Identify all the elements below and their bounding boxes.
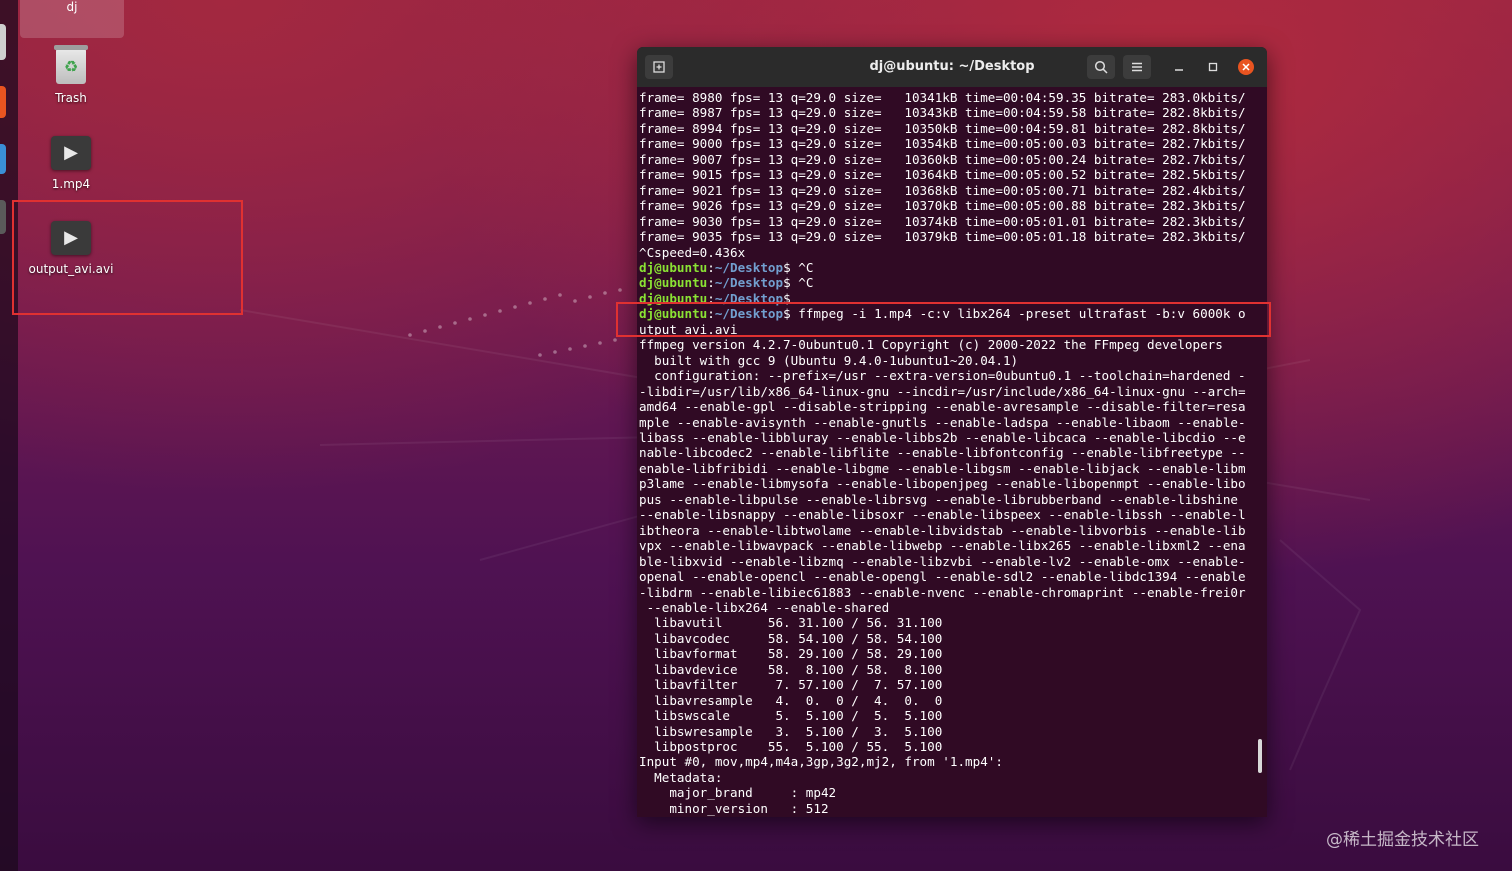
maximize-icon: [1208, 62, 1218, 72]
close-button[interactable]: [1238, 59, 1254, 75]
highlight-box-output-file: [12, 200, 243, 315]
desktop-icon-label: 1.mp4: [16, 177, 126, 191]
terminal-line: dj@ubuntu:~/Desktop$ ^C: [639, 275, 1257, 290]
menu-button[interactable]: [1123, 55, 1151, 79]
video-file-icon: ▶: [51, 136, 91, 170]
maximize-button[interactable]: [1199, 55, 1227, 79]
terminal-line: frame= 9021 fps= 13 q=29.0 size= 10368kB…: [639, 183, 1257, 198]
prompt-command: $ ^C: [783, 260, 813, 275]
terminal-line: frame= 9026 fps= 13 q=29.0 size= 10370kB…: [639, 198, 1257, 213]
terminal-line: frame= 9015 fps= 13 q=29.0 size= 10364kB…: [639, 167, 1257, 182]
terminal-line: -libdir=/usr/lib/x86_64-linux-gnu --incd…: [639, 384, 1257, 399]
dock-app-icon[interactable]: [0, 200, 6, 234]
terminal-line: libass --enable-libbluray --enable-libbs…: [639, 430, 1257, 445]
terminal-line: amd64 --enable-gpl --disable-stripping -…: [639, 399, 1257, 414]
terminal-line: frame= 9000 fps= 13 q=29.0 size= 10354kB…: [639, 136, 1257, 151]
prompt-command: $ ^C: [783, 275, 813, 290]
prompt-user: dj@ubuntu: [639, 260, 707, 275]
watermark: @稀土掘金技术社区: [1326, 825, 1479, 850]
minimize-icon: [1174, 62, 1184, 72]
terminal-line: libavcodec 58. 54.100 / 58. 54.100: [639, 631, 1257, 646]
terminal-line: libavresample 4. 0. 0 / 4. 0. 0: [639, 693, 1257, 708]
prompt-user: dj@ubuntu: [639, 275, 707, 290]
prompt-sep: :: [707, 275, 715, 290]
terminal-line: configuration: --prefix=/usr --extra-ver…: [639, 368, 1257, 383]
close-icon: [1242, 63, 1250, 71]
highlight-box-command: [616, 302, 1271, 337]
terminal-line: frame= 8980 fps= 13 q=29.0 size= 10341kB…: [639, 90, 1257, 105]
terminal-line: frame= 9007 fps= 13 q=29.0 size= 10360kB…: [639, 152, 1257, 167]
terminal-line: minor_version : 512: [639, 801, 1257, 816]
desktop-icon-label: dj: [20, 0, 124, 14]
prompt-path: ~/Desktop: [715, 260, 783, 275]
hamburger-menu-icon: [1131, 61, 1143, 73]
terminal-line: ffmpeg version 4.2.7-0ubuntu0.1 Copyrigh…: [639, 337, 1257, 352]
terminal-output[interactable]: frame= 8980 fps= 13 q=29.0 size= 10341kB…: [639, 90, 1257, 817]
prompt-path: ~/Desktop: [715, 275, 783, 290]
terminal-line: ble-libxvid --enable-libzmq --enable-lib…: [639, 554, 1257, 569]
desktop-icon-trash[interactable]: ♻ Trash: [16, 48, 126, 105]
minimize-button[interactable]: [1165, 55, 1193, 79]
terminal-line: libavformat 58. 29.100 / 58. 29.100: [639, 646, 1257, 661]
terminal-line: frame= 9035 fps= 13 q=29.0 size= 10379kB…: [639, 229, 1257, 244]
terminal-line: -libdrm --enable-libiec61883 --enable-nv…: [639, 585, 1257, 600]
terminal-line: libavdevice 58. 8.100 / 58. 8.100: [639, 662, 1257, 677]
terminal-scrollbar[interactable]: [1258, 739, 1262, 773]
search-button[interactable]: [1087, 55, 1115, 79]
trash-icon: ♻: [56, 48, 86, 84]
terminal-line: built with gcc 9 (Ubuntu 9.4.0-1ubuntu1~…: [639, 353, 1257, 368]
terminal-line: frame= 9030 fps= 13 q=29.0 size= 10374kB…: [639, 214, 1257, 229]
desktop-icon-label: Trash: [16, 91, 126, 105]
terminal-line: libpostproc 55. 5.100 / 55. 5.100: [639, 739, 1257, 754]
terminal-line: libavfilter 7. 57.100 / 7. 57.100: [639, 677, 1257, 692]
terminal-line: vpx --enable-libwavpack --enable-libwebp…: [639, 538, 1257, 553]
terminal-line: libavutil 56. 31.100 / 56. 31.100: [639, 615, 1257, 630]
desktop-icon-home[interactable]: dj: [20, 0, 124, 38]
terminal-line: libswresample 3. 5.100 / 3. 5.100: [639, 724, 1257, 739]
terminal-line: ibtheora --enable-libtwolame --enable-li…: [639, 523, 1257, 538]
terminal-line: pus --enable-libpulse --enable-librsvg -…: [639, 492, 1257, 507]
terminal-titlebar[interactable]: dj@ubuntu: ~/Desktop: [637, 47, 1267, 87]
terminal-line: frame= 8994 fps= 13 q=29.0 size= 10350kB…: [639, 121, 1257, 136]
terminal-line: --enable-libsnappy --enable-libsoxr --en…: [639, 507, 1257, 522]
terminal-line: frame= 8987 fps= 13 q=29.0 size= 10343kB…: [639, 105, 1257, 120]
terminal-line: mple --enable-avisynth --enable-gnutls -…: [639, 415, 1257, 430]
dock-app-icon[interactable]: [0, 144, 6, 174]
prompt-sep: :: [707, 260, 715, 275]
terminal-line: nable-libcodec2 --enable-libflite --enab…: [639, 445, 1257, 460]
terminal-line: libswscale 5. 5.100 / 5. 5.100: [639, 708, 1257, 723]
dock: [0, 0, 18, 871]
desktop-icon-1-mp4[interactable]: ▶ 1.mp4: [16, 136, 126, 191]
terminal-line: --enable-libx264 --enable-shared: [639, 600, 1257, 615]
terminal-line: Input #0, mov,mp4,m4a,3gp,3g2,mj2, from …: [639, 754, 1257, 769]
terminal-line: major_brand : mp42: [639, 785, 1257, 800]
terminal-window[interactable]: dj@ubuntu: ~/Desktop frame= 8980 fps= 13…: [637, 47, 1267, 817]
terminal-line: enable-libfribidi --enable-libgme --enab…: [639, 461, 1257, 476]
terminal-line: Metadata:: [639, 770, 1257, 785]
terminal-lines: frame= 8980 fps= 13 q=29.0 size= 10341kB…: [639, 90, 1257, 816]
terminal-line: dj@ubuntu:~/Desktop$ ^C: [639, 260, 1257, 275]
terminal-line: p3lame --enable-libmysofa --enable-libop…: [639, 476, 1257, 491]
dock-app-icon[interactable]: [0, 86, 6, 118]
search-icon: [1094, 60, 1108, 74]
terminal-line: openal --enable-opencl --enable-opengl -…: [639, 569, 1257, 584]
dock-app-icon[interactable]: [0, 24, 6, 60]
terminal-line: ^Cspeed=0.436x: [639, 245, 1257, 260]
